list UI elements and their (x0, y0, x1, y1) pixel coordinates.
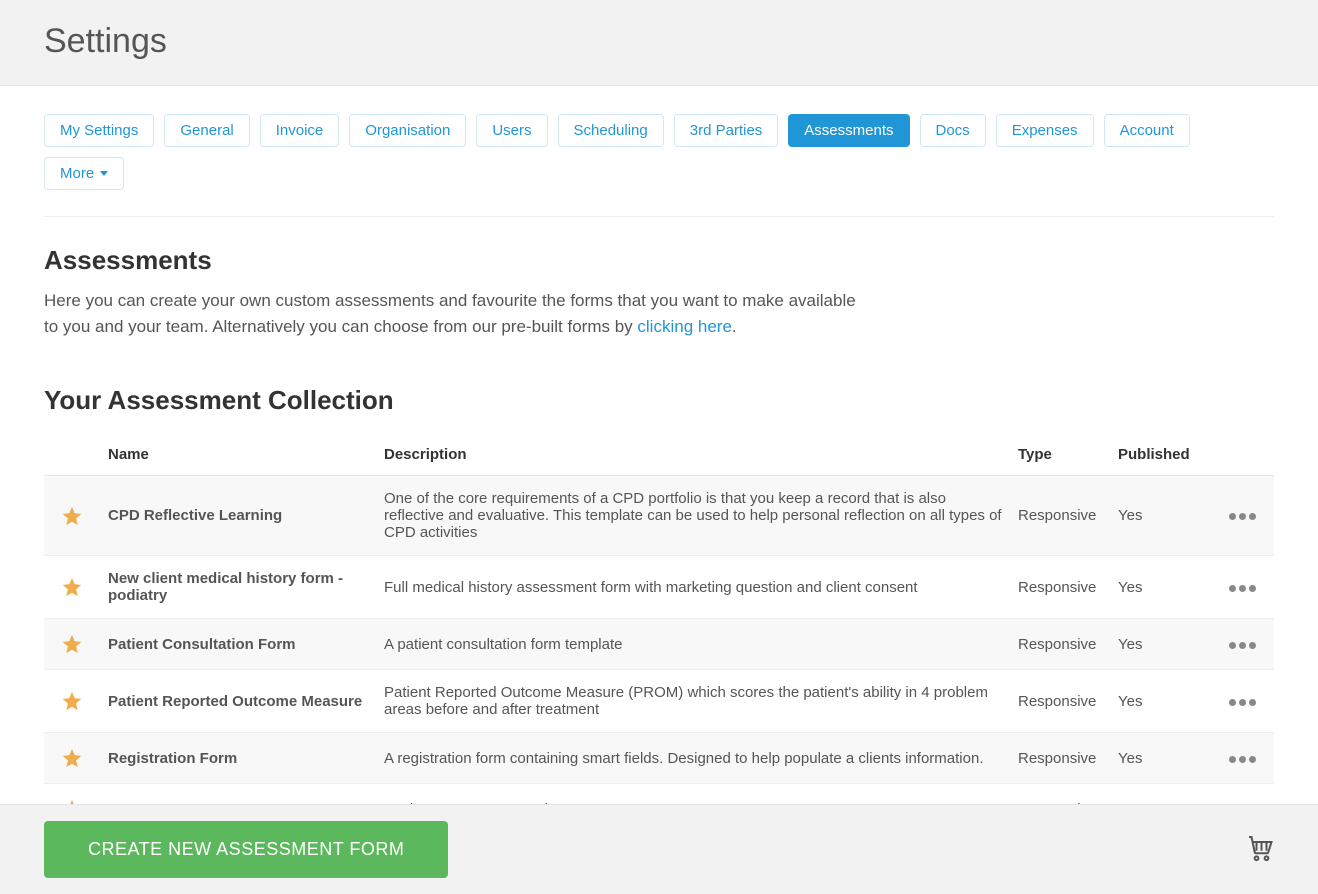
tab-label: My Settings (60, 122, 138, 139)
tab-expenses[interactable]: Expenses (996, 114, 1094, 147)
column-header-actions (1210, 434, 1274, 476)
table-row: New client medical history form - podiat… (44, 556, 1274, 619)
assessment-description: A registration form containing smart fie… (376, 733, 1010, 784)
table-row: Patient Consultation FormA patient consu… (44, 619, 1274, 670)
column-header-description: Description (376, 434, 1010, 476)
row-actions-menu[interactable] (1229, 642, 1256, 649)
column-header-star (44, 434, 100, 476)
section-description: Here you can create your own custom asse… (44, 288, 864, 339)
tab-label: Expenses (1012, 122, 1078, 139)
section-heading: Assessments (44, 245, 1274, 276)
tab-general[interactable]: General (164, 114, 249, 147)
assessment-name[interactable]: New client medical history form - podiat… (100, 556, 376, 619)
assessment-published: Yes (1110, 670, 1210, 733)
tab-label: Account (1120, 122, 1174, 139)
column-header-published: Published (1110, 434, 1210, 476)
tab-assessments[interactable]: Assessments (788, 114, 909, 147)
tab-label: Users (492, 122, 531, 139)
tab-label: General (180, 122, 233, 139)
star-icon[interactable] (52, 690, 92, 712)
tab-more[interactable]: More (44, 157, 124, 190)
assessment-type: Responsive (1010, 619, 1110, 670)
cart-icon[interactable] (1244, 832, 1274, 867)
chevron-down-icon (100, 171, 108, 176)
settings-tabs: My Settings General Invoice Organisation Use… (44, 114, 1274, 217)
column-header-name: Name (100, 434, 376, 476)
table-row: Registration FormA registration form con… (44, 733, 1274, 784)
star-icon[interactable] (52, 576, 92, 598)
tab-organisation[interactable]: Organisation (349, 114, 466, 147)
assessment-published: Yes (1110, 556, 1210, 619)
assessment-type: Responsive (1010, 733, 1110, 784)
page-title: Settings (44, 22, 1274, 61)
collection-title: Your Assessment Collection (44, 385, 1274, 416)
tab-label: More (60, 165, 94, 182)
assessments-intro: Assessments Here you can create your own… (44, 217, 1274, 339)
tab-label: Docs (936, 122, 970, 139)
content-area: My Settings General Invoice Organisation Use… (0, 86, 1318, 835)
prebuilt-forms-link[interactable]: clicking here (637, 317, 732, 336)
assessment-published: Yes (1110, 476, 1210, 556)
assessment-name[interactable]: CPD Reflective Learning (100, 476, 376, 556)
tab-invoice[interactable]: Invoice (260, 114, 340, 147)
tab-my-settings[interactable]: My Settings (44, 114, 154, 147)
assessments-table: Name Description Type Published CPD Refl… (44, 434, 1274, 835)
tab-label: Assessments (804, 122, 893, 139)
row-actions-menu[interactable] (1229, 756, 1256, 763)
assessment-type: Responsive (1010, 556, 1110, 619)
page-header: Settings (0, 0, 1318, 86)
star-icon[interactable] (52, 505, 92, 527)
tab-docs[interactable]: Docs (920, 114, 986, 147)
assessment-description: A patient consultation form template (376, 619, 1010, 670)
footer-bar: CREATE NEW ASSESSMENT FORM (0, 804, 1318, 894)
assessment-published: Yes (1110, 733, 1210, 784)
assessment-name[interactable]: Registration Form (100, 733, 376, 784)
assessment-type: Responsive (1010, 670, 1110, 733)
row-actions-menu[interactable] (1229, 585, 1256, 592)
tab-3rd-parties[interactable]: 3rd Parties (674, 114, 779, 147)
tab-users[interactable]: Users (476, 114, 547, 147)
assessment-description: One of the core requirements of a CPD po… (376, 476, 1010, 556)
row-actions-menu[interactable] (1229, 513, 1256, 520)
assessment-type: Responsive (1010, 476, 1110, 556)
assessment-description: Full medical history assessment form wit… (376, 556, 1010, 619)
assessment-published: Yes (1110, 619, 1210, 670)
assessment-description: Patient Reported Outcome Measure (PROM) … (376, 670, 1010, 733)
row-actions-menu[interactable] (1229, 699, 1256, 706)
column-header-type: Type (1010, 434, 1110, 476)
tab-scheduling[interactable]: Scheduling (558, 114, 664, 147)
star-icon[interactable] (52, 747, 92, 769)
tab-label: Scheduling (574, 122, 648, 139)
assessment-name[interactable]: Patient Consultation Form (100, 619, 376, 670)
tab-label: Organisation (365, 122, 450, 139)
tab-label: Invoice (276, 122, 324, 139)
assessment-name[interactable]: Patient Reported Outcome Measure (100, 670, 376, 733)
star-icon[interactable] (52, 633, 92, 655)
tab-label: 3rd Parties (690, 122, 763, 139)
create-assessment-button[interactable]: CREATE NEW ASSESSMENT FORM (44, 821, 448, 878)
intro-text-after: . (732, 317, 737, 336)
tab-account[interactable]: Account (1104, 114, 1190, 147)
table-row: CPD Reflective LearningOne of the core r… (44, 476, 1274, 556)
table-row: Patient Reported Outcome MeasurePatient … (44, 670, 1274, 733)
